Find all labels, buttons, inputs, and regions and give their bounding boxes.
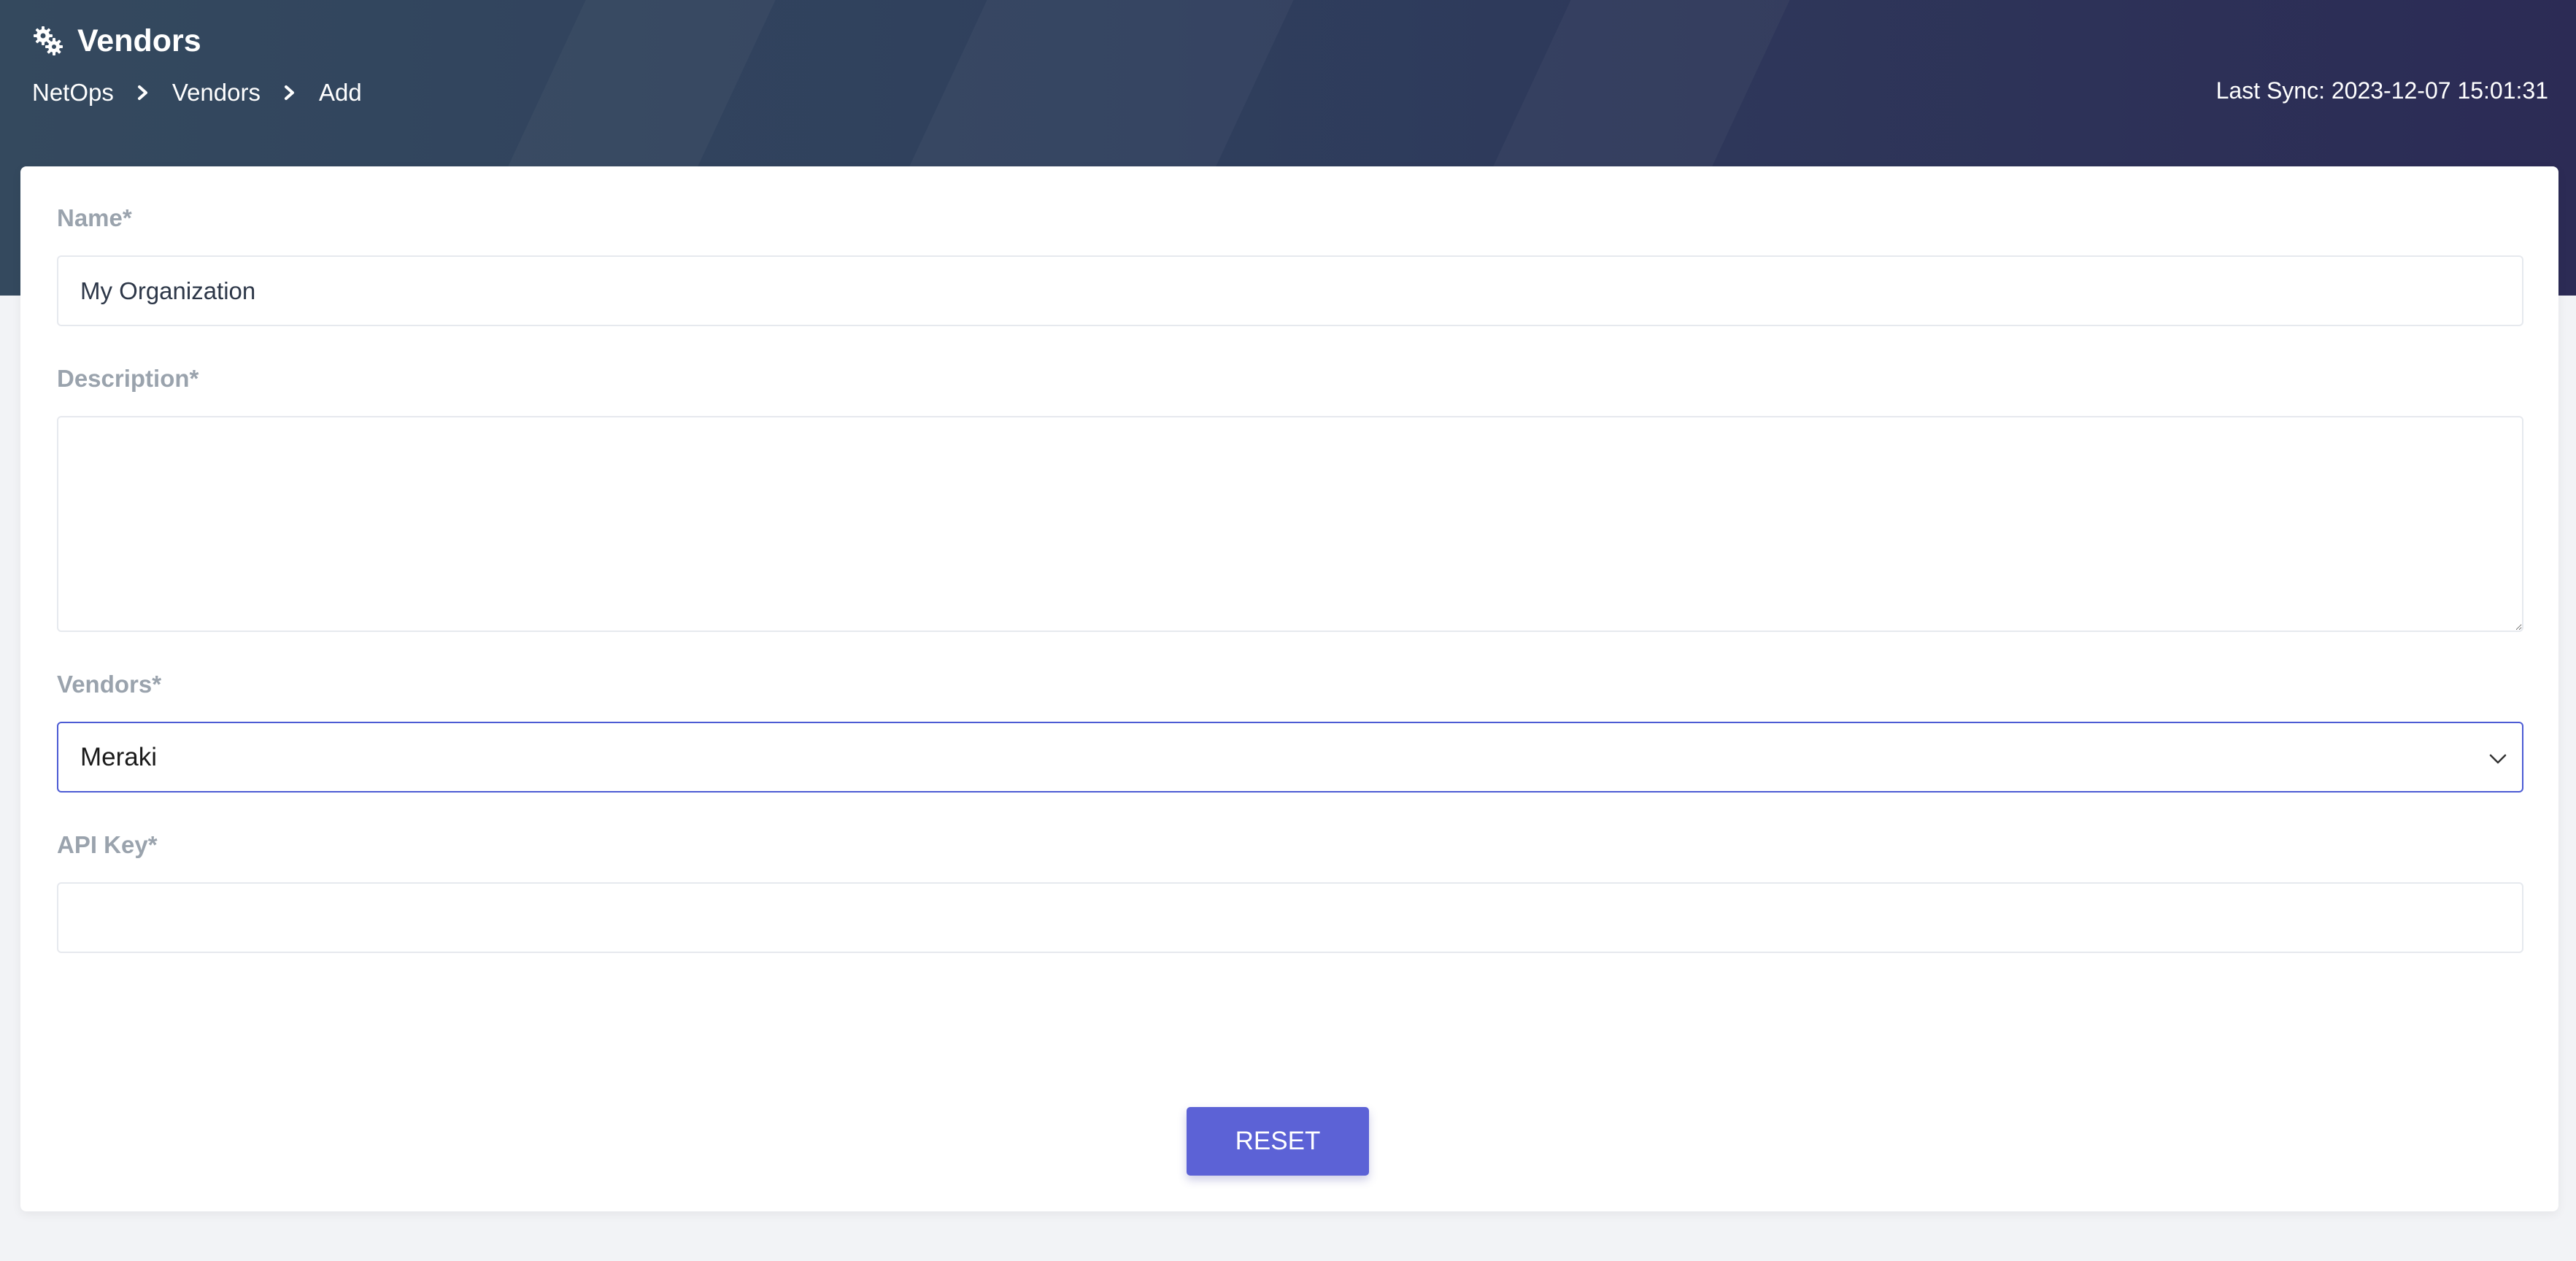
api-key-label: API Key* [57, 831, 158, 858]
gears-icon [32, 25, 64, 57]
breadcrumb-item-add: Add [318, 79, 362, 106]
vendors-select[interactable]: Meraki [57, 722, 2523, 793]
name-input[interactable] [57, 255, 2523, 326]
title-row: Vendors [32, 20, 201, 61]
reset-button[interactable]: RESET [1187, 1107, 1369, 1176]
chevron-right-icon [133, 82, 153, 103]
chevron-right-icon [279, 82, 300, 103]
description-textarea[interactable] [57, 416, 2523, 632]
description-label: Description* [57, 365, 199, 392]
name-label: Name* [57, 204, 132, 231]
last-sync-timestamp: Last Sync: 2023-12-07 15:01:31 [2216, 77, 2548, 104]
breadcrumb-item-netops[interactable]: NetOps [32, 79, 114, 107]
api-key-input[interactable] [57, 882, 2523, 953]
page-title: Vendors [77, 23, 201, 58]
vendors-select-value: Meraki [80, 742, 158, 771]
chevron-down-icon [2488, 743, 2507, 772]
vendors-label: Vendors* [57, 671, 162, 698]
breadcrumb-item-vendors[interactable]: Vendors [172, 79, 261, 107]
vendor-form-card: Name* Description* Vendors* Meraki API K… [20, 166, 2558, 1211]
breadcrumb: NetOps Vendors Add [32, 79, 362, 107]
